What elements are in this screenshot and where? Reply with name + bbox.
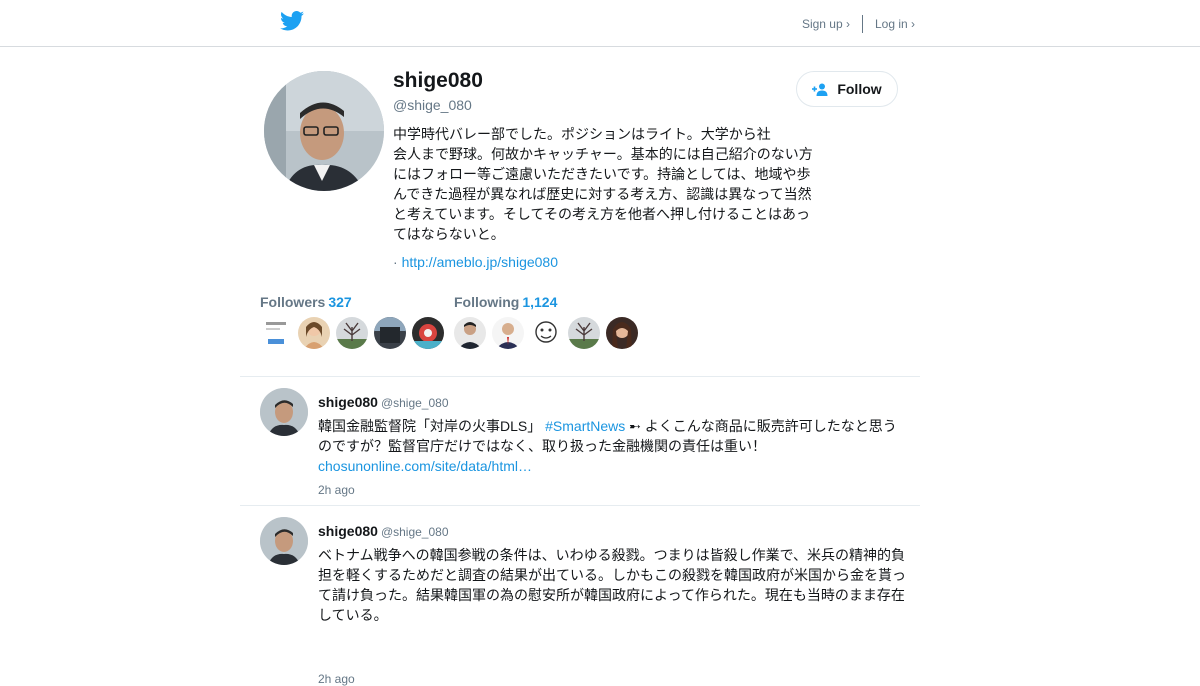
divider bbox=[861, 15, 863, 33]
following-count[interactable]: Following 1,124 bbox=[454, 294, 557, 310]
bio-line: 会人まで野球。何故かキャッチャー。基本的には自己紹介のない方 bbox=[393, 146, 813, 162]
tweet-avatar[interactable] bbox=[260, 388, 308, 436]
follower-avatar[interactable] bbox=[260, 317, 292, 349]
bio-line: と考えています。そしてその考え方を他者へ押し付けることはあっ bbox=[393, 206, 811, 222]
divider bbox=[240, 505, 920, 506]
divider bbox=[240, 376, 920, 377]
following-number: 1,124 bbox=[522, 294, 558, 310]
followers-count[interactable]: Followers 327 bbox=[260, 294, 352, 310]
signup-link[interactable]: Sign up › bbox=[802, 17, 850, 31]
hashtag-link[interactable]: #SmartNews bbox=[545, 418, 625, 434]
tweet-avatar[interactable] bbox=[260, 517, 308, 565]
bio-line: てはならないと。 bbox=[393, 226, 505, 242]
url-bullet: · bbox=[393, 254, 398, 270]
followers-number: 327 bbox=[328, 294, 352, 310]
follower-avatar[interactable] bbox=[336, 317, 368, 349]
following-avatar[interactable] bbox=[568, 317, 600, 349]
tweet-author-name[interactable]: shige080 bbox=[318, 394, 378, 410]
tweet-author-handle[interactable]: @shige_080 bbox=[381, 525, 449, 539]
tweet-timestamp[interactable]: 2h ago bbox=[318, 483, 355, 497]
profile-url-link[interactable]: http://ameblo.jp/shige080 bbox=[402, 254, 558, 270]
profile-avatar[interactable] bbox=[264, 71, 384, 191]
profile-name: shige080 bbox=[393, 69, 483, 92]
following-label: Following bbox=[454, 294, 520, 310]
tweet-timestamp[interactable]: 2h ago bbox=[318, 672, 355, 686]
profile-bio: 中学時代バレー部でした。ポジションはライト。大学から社 会人まで野球。何故かキャ… bbox=[393, 124, 817, 244]
profile-handle: @shige_080 bbox=[393, 97, 472, 113]
following-avatar[interactable] bbox=[530, 317, 562, 349]
followers-avatars bbox=[260, 317, 450, 349]
following-avatars bbox=[454, 317, 644, 349]
twitter-bird-icon[interactable] bbox=[280, 11, 304, 31]
tweet-author-name[interactable]: shige080 bbox=[318, 523, 378, 539]
bio-line: 中学時代バレー部でした。ポジションはライト。大学から社 bbox=[393, 126, 771, 142]
following-avatar[interactable] bbox=[454, 317, 486, 349]
profile-url-row: · http://ameblo.jp/shige080 bbox=[393, 254, 558, 270]
top-bar: Sign up › Log in › bbox=[0, 0, 1200, 47]
tweet-header: shige080 @shige_080 bbox=[318, 523, 449, 539]
tweet-text: 韓国金融監督院「対岸の火事DLS」 #SmartNews ➸ よくこんな商品に販… bbox=[318, 416, 910, 476]
bio-line: んできた過程が異なれば歴史に対する考え方、認識は異なって当然 bbox=[393, 186, 812, 202]
login-link[interactable]: Log in › bbox=[875, 17, 915, 31]
followers-label: Followers bbox=[260, 294, 326, 310]
follow-button-label: Follow bbox=[837, 81, 882, 97]
follow-button[interactable]: Follow bbox=[796, 71, 898, 107]
tweet-text-part: 韓国金融監督院「対岸の火事DLS」 bbox=[318, 418, 546, 434]
tweet-header: shige080 @shige_080 bbox=[318, 394, 449, 410]
follower-avatar[interactable] bbox=[374, 317, 406, 349]
tweet-author-handle[interactable]: @shige_080 bbox=[381, 396, 449, 410]
following-avatar[interactable] bbox=[492, 317, 524, 349]
tweet-text: ベトナム戦争への韓国参戦の条件は、いわゆる殺戮。つまりは皆殺し作業で、米兵の精神… bbox=[318, 547, 906, 623]
following-avatar[interactable] bbox=[606, 317, 638, 349]
tweet-link[interactable]: chosunonline.com/site/data/html… bbox=[318, 458, 532, 474]
follower-avatar[interactable] bbox=[412, 317, 444, 349]
add-user-icon bbox=[812, 83, 828, 96]
bio-line: にはフォロー等ご遠慮いただきたいです。持論としては、地域や歩 bbox=[393, 166, 811, 182]
follower-avatar[interactable] bbox=[298, 317, 330, 349]
